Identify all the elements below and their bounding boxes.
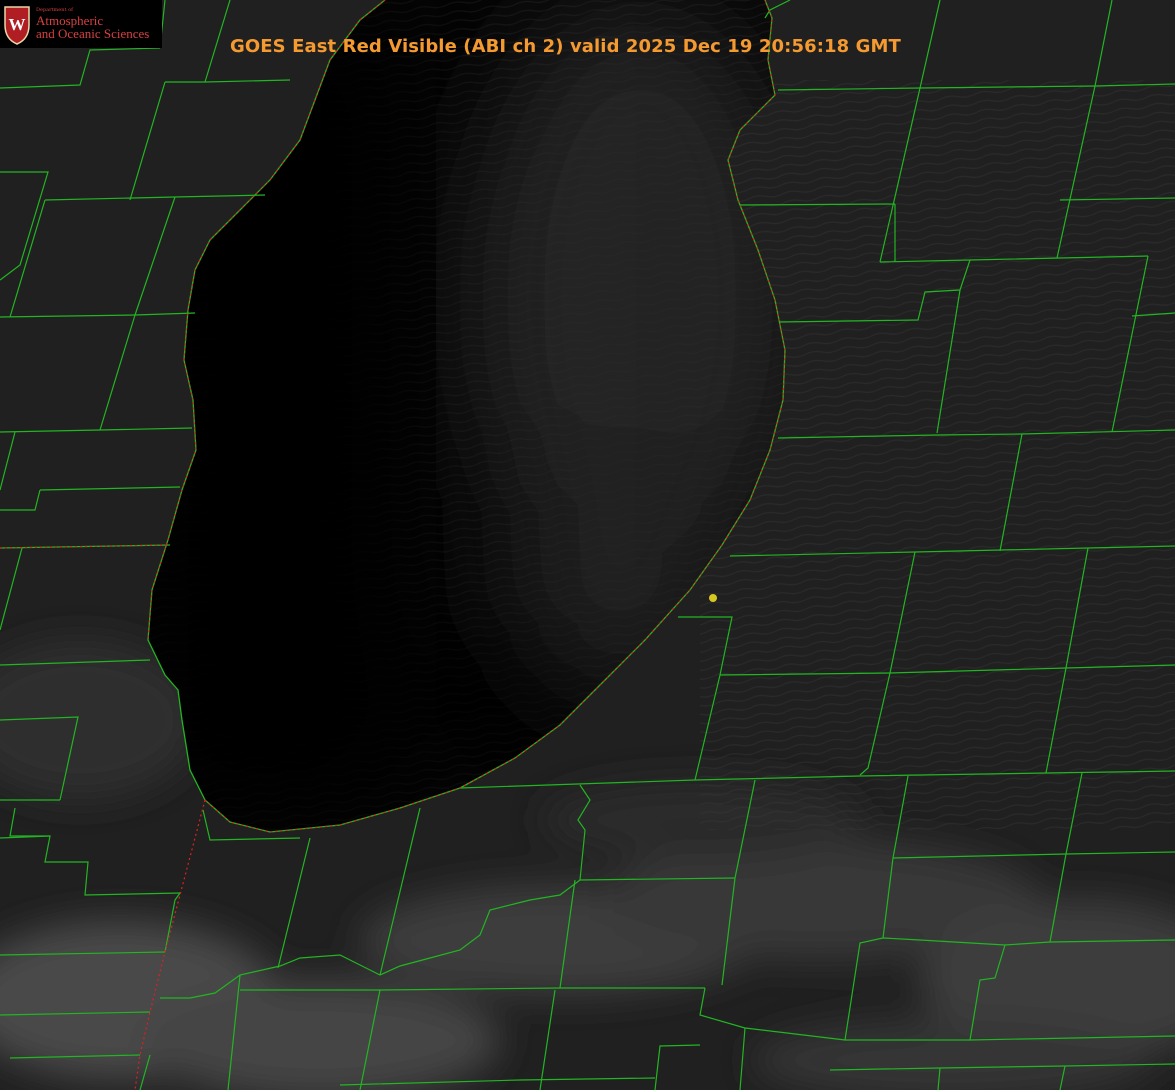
satellite-map: [0, 0, 1175, 1090]
logo-text: Department of Atmospheric and Oceanic Sc…: [36, 8, 150, 41]
location-dot-icon[interactable]: [709, 594, 717, 602]
svg-text:W: W: [9, 15, 26, 34]
uw-crest-icon: W: [4, 6, 30, 45]
image-title: GOES East Red Visible (ABI ch 2) valid 2…: [230, 36, 901, 57]
land-texture: [700, 80, 1175, 830]
department-logo[interactable]: W Department of Atmospheric and Oceanic …: [0, 0, 162, 48]
logo-line-2: and Oceanic Sciences: [36, 26, 150, 41]
satellite-image-viewer: W Department of Atmospheric and Oceanic …: [0, 0, 1175, 1090]
